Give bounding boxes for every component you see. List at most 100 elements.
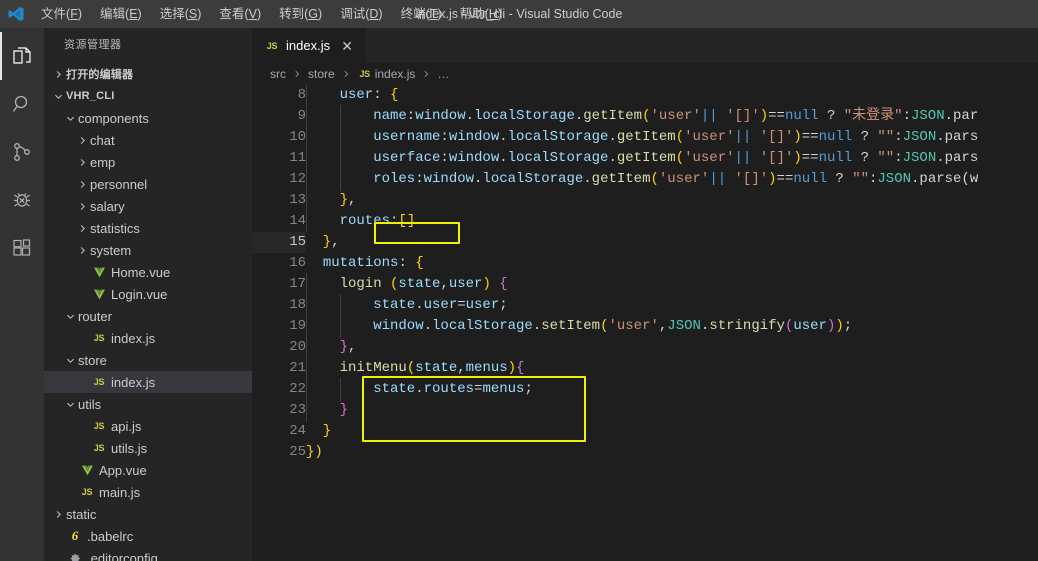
tree-item-app-vue[interactable]: App.vue	[44, 459, 252, 481]
code-line-content[interactable]: })	[306, 442, 1038, 463]
search-icon[interactable]	[0, 80, 44, 128]
code-token: setItem	[541, 318, 601, 334]
code-token: user	[448, 276, 483, 292]
code-line-content[interactable]: }	[306, 421, 1038, 442]
tree-item-login-vue[interactable]: Login.vue	[44, 283, 252, 305]
tree-item-static[interactable]: static	[44, 503, 252, 525]
code-token: )	[793, 150, 802, 166]
code-line-content[interactable]: },	[306, 189, 1038, 212]
tree-item-store[interactable]: store	[44, 349, 252, 371]
tree-item-index-js[interactable]: JS index.js	[44, 371, 252, 393]
code-line[interactable]: 14 routes:[]	[252, 210, 1038, 233]
tree-item-emp[interactable]: emp	[44, 151, 252, 173]
code-token: JSON	[667, 318, 701, 334]
code-token: .par	[944, 108, 979, 124]
code-line-content[interactable]: },	[306, 232, 1038, 253]
code-line-content[interactable]: mutations: {	[306, 253, 1038, 274]
tree-item-system[interactable]: system	[44, 239, 252, 261]
chevron-right-icon	[74, 157, 90, 168]
menu-terminal[interactable]: 终端(T)	[392, 0, 451, 28]
tree-item-statistics[interactable]: statistics	[44, 217, 252, 239]
menu-bar[interactable]: 文件(F) 编辑(E) 选择(S) 查看(V) 转到(G) 调试(D) 终端(T…	[32, 0, 511, 28]
menu-selection[interactable]: 选择(S)	[151, 0, 211, 28]
code-line-content[interactable]: }	[306, 399, 1038, 422]
code-scroll[interactable]: 8 user: {9 name:window.localStorage.getI…	[252, 85, 1038, 561]
tree-item-router[interactable]: router	[44, 305, 252, 327]
code-line-content[interactable]: state.routes=menus;	[306, 378, 1038, 401]
code-line[interactable]: 13 },	[252, 189, 1038, 212]
code-line-content[interactable]: initMenu(state,menus){	[306, 357, 1038, 380]
code-line[interactable]: 15 },	[252, 232, 1038, 253]
breadcrumb-item-store[interactable]: store	[308, 67, 335, 81]
code-line-content[interactable]: name:window.localStorage.getItem('user'|…	[306, 105, 1038, 128]
menu-go[interactable]: 转到(G)	[270, 0, 331, 28]
tree-item-home-vue[interactable]: Home.vue	[44, 261, 252, 283]
code-line-content[interactable]: window.localStorage.setItem('user',JSON.…	[306, 315, 1038, 338]
code-line[interactable]: 10 username:window.localStorage.getItem(…	[252, 126, 1038, 149]
code-token: initMenu	[339, 360, 407, 376]
tree-item-api-js[interactable]: JS api.js	[44, 415, 252, 437]
code-line[interactable]: 8 user: {	[252, 85, 1038, 107]
tree-item-chat[interactable]: chat	[44, 129, 252, 151]
tree-item-utils-js[interactable]: JS utils.js	[44, 437, 252, 459]
code-token: window	[423, 171, 475, 187]
code-token: )	[759, 108, 769, 124]
code-line-content[interactable]: user: {	[306, 85, 1038, 107]
code-token: login	[339, 276, 382, 292]
extensions-icon[interactable]	[0, 224, 44, 272]
code-line-content[interactable]: },	[306, 336, 1038, 359]
code-line-content[interactable]: state.user=user;	[306, 294, 1038, 317]
code-line[interactable]: 11 userface:window.localStorage.getItem(…	[252, 147, 1038, 170]
code-line-content[interactable]: login (state,user) {	[306, 273, 1038, 296]
code-line-content[interactable]: roles:window.localStorage.getItem('user'…	[306, 168, 1038, 191]
menu-view[interactable]: 查看(V)	[210, 0, 270, 28]
code-line[interactable]: 25})	[252, 442, 1038, 463]
tree-item-utils[interactable]: utils	[44, 393, 252, 415]
code-line[interactable]: 20 },	[252, 336, 1038, 359]
vue-file-icon	[90, 288, 108, 301]
code-line[interactable]: 22 state.routes=menus;	[252, 378, 1038, 401]
tree-item--editorconfig[interactable]: .editorconfig	[44, 547, 252, 561]
code-line-content[interactable]: userface:window.localStorage.getItem('us…	[306, 147, 1038, 170]
menu-file[interactable]: 文件(F)	[32, 0, 91, 28]
code-token: '[]'	[759, 129, 794, 145]
code-line[interactable]: 9 name:window.localStorage.getItem('user…	[252, 105, 1038, 128]
file-tree[interactable]: 打开的编辑器 VHR_CLI components chat emp personne…	[44, 63, 252, 561]
chevron-right-icon	[421, 69, 431, 79]
code-token: state	[398, 276, 441, 292]
code-token: localStorage	[432, 318, 533, 334]
code-line[interactable]: 17 login (state,user) {	[252, 273, 1038, 296]
code-line[interactable]: 16 mutations: {	[252, 253, 1038, 274]
menu-debug[interactable]: 调试(D)	[331, 0, 391, 28]
explorer-icon[interactable]	[0, 32, 44, 80]
sidebar-section-vhr-cli[interactable]: VHR_CLI	[44, 85, 252, 107]
code-editor[interactable]: 8 user: {9 name:window.localStorage.getI…	[252, 85, 1038, 561]
tree-item-main-js[interactable]: JS main.js	[44, 481, 252, 503]
breadcrumb-item-src[interactable]: src	[270, 67, 286, 81]
sidebar-section-open-editors[interactable]: 打开的编辑器	[44, 63, 252, 85]
breadcrumb-item-index-js[interactable]: JS index.js	[357, 67, 415, 81]
tree-item--babelrc[interactable]: 6 .babelrc	[44, 525, 252, 547]
code-line[interactable]: 21 initMenu(state,menus){	[252, 357, 1038, 380]
tab-index-js[interactable]: JS index.js ✕	[252, 28, 367, 63]
code-token: stringify	[709, 318, 785, 334]
tree-item-index-js[interactable]: JS index.js	[44, 327, 252, 349]
close-icon[interactable]: ✕	[338, 37, 356, 55]
code-line[interactable]: 24 }	[252, 421, 1038, 442]
code-token: .	[532, 318, 542, 334]
code-line[interactable]: 12 roles:window.localStorage.getItem('us…	[252, 168, 1038, 191]
menu-edit[interactable]: 编辑(E)	[91, 0, 151, 28]
tree-item-personnel[interactable]: personnel	[44, 173, 252, 195]
code-line[interactable]: 19 window.localStorage.setItem('user',JS…	[252, 315, 1038, 338]
breadcrumb-item-symbols[interactable]: …	[437, 67, 449, 81]
code-line-content[interactable]: username:window.localStorage.getItem('us…	[306, 126, 1038, 149]
tree-item-components[interactable]: components	[44, 107, 252, 129]
code-line-content[interactable]: routes:[]	[306, 210, 1038, 233]
code-line[interactable]: 18 state.user=user;	[252, 294, 1038, 317]
code-line[interactable]: 23 }	[252, 399, 1038, 422]
debug-icon[interactable]	[0, 176, 44, 224]
code-token: }	[339, 402, 348, 418]
source-control-icon[interactable]	[0, 128, 44, 176]
menu-help[interactable]: 帮助(H)	[451, 0, 511, 28]
tree-item-salary[interactable]: salary	[44, 195, 252, 217]
